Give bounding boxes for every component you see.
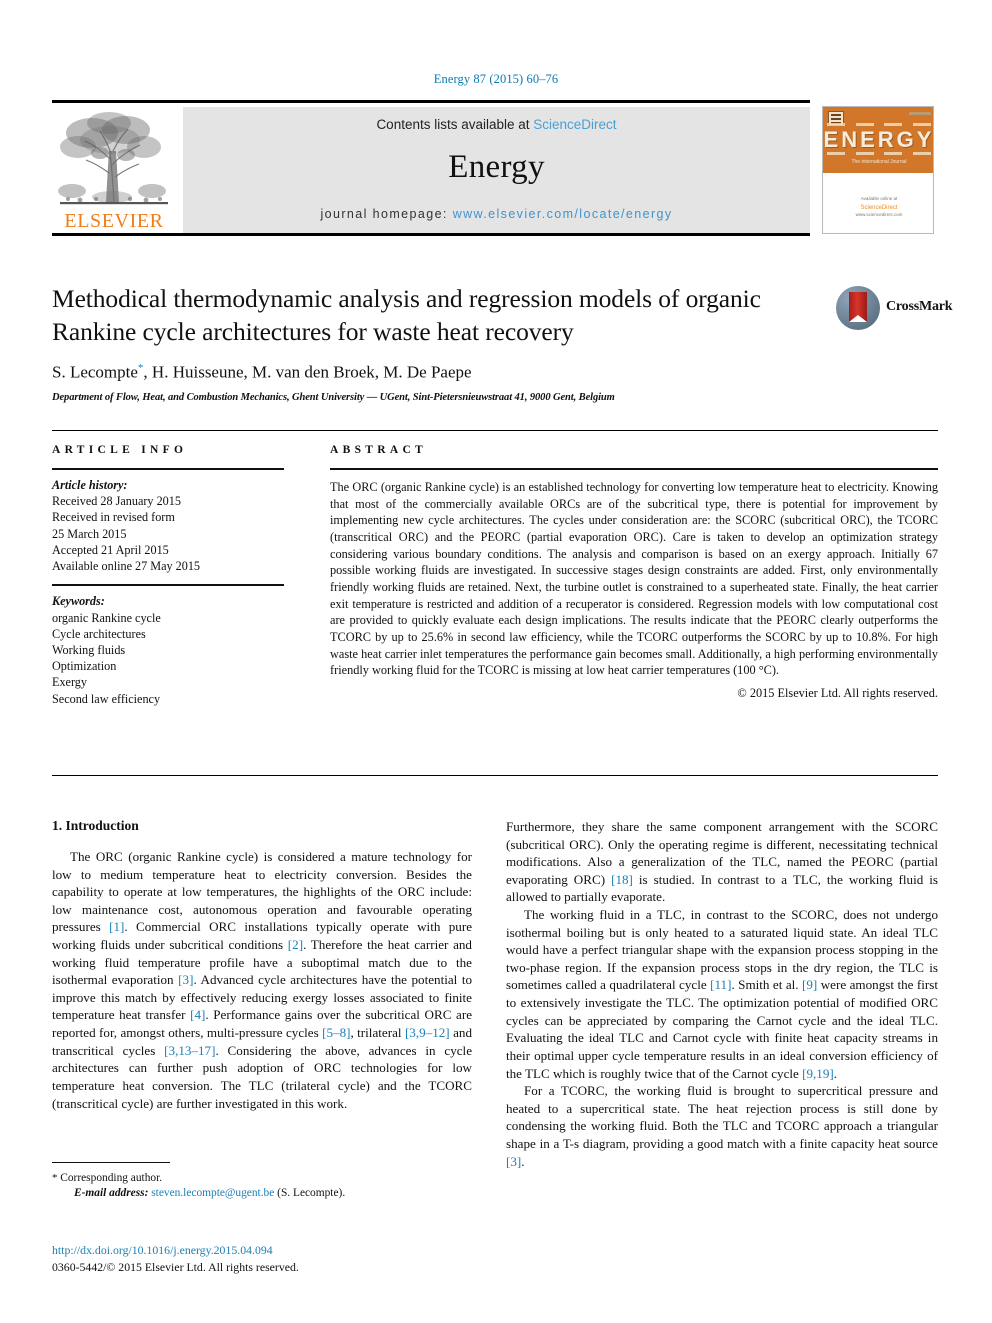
article-history-label: Article history: [52,478,128,492]
intro-text-f: , trilateral [350,1025,405,1041]
citation-ref[interactable]: [3,13–17] [164,1043,215,1058]
article-info-heading-rule [52,468,284,470]
keywords-rule [52,584,284,587]
crossmark-badge[interactable]: CrossMark [836,286,953,332]
homepage-label: journal homepage: [320,207,453,221]
right-text-2d: . [833,1065,838,1081]
citation-ref[interactable]: [9,19] [802,1066,834,1081]
right-text-3a: For a TCORC, the working fluid is brough… [506,1083,938,1151]
keyword-item: organic Rankine cycle [52,610,161,625]
elsevier-wordmark: ELSEVIER [64,210,164,232]
email-label: E-mail address: [74,1186,149,1199]
title-block: Methodical thermodynamic analysis and re… [52,282,812,403]
sciencedirect-link[interactable]: ScienceDirect [533,117,616,132]
section-heading-introduction: 1. Introduction [52,818,139,833]
keyword-item: Second law efficiency [52,691,161,706]
citation-ref[interactable]: [3,9–12] [405,1025,450,1040]
right-text-3b: . [521,1153,525,1169]
email-note: E-mail address: steven.lecompte@ugent.be… [52,1187,472,1199]
body-left-column: 1. Introduction The ORC (organic Rankine… [52,818,472,1112]
citation-ref[interactable]: [11] [710,977,731,992]
article-history-block: Article history: Received 28 January 201… [52,477,284,574]
cover-issn-line [909,112,931,115]
citation-ref[interactable]: [18] [611,872,633,887]
right-text-2b: . Smith et al. [731,977,802,993]
crossmark-circle-icon [836,286,880,330]
email-link[interactable]: steven.lecompte@ugent.be [151,1187,274,1199]
abstract-copyright: © 2015 Elsevier Ltd. All rights reserved… [737,685,938,700]
keyword-item: Exergy [52,675,87,690]
author-affiliation: Department of Flow, Heat, and Combustion… [52,391,615,403]
article-info-column: ARTICLE INFO Article history: Received 2… [52,444,284,707]
citation-ref[interactable]: [3] [178,972,193,987]
info-section-bottom-rule [52,775,938,776]
citation-ref[interactable]: [5–8] [322,1025,350,1040]
journal-masthead: ELSEVIER Contents lists available at Sci… [52,100,810,236]
citation-ref[interactable]: [2] [288,937,303,952]
citation-ref[interactable]: [4] [190,1007,205,1022]
contents-available-line: Contents lists available at ScienceDirec… [183,117,810,132]
crossmark-label: CrossMark [886,299,953,314]
cover-subtitle: The international Journal [851,159,907,165]
info-section-top-rule [52,430,938,431]
citation-ref[interactable]: [9] [802,977,817,992]
masthead-band: Contents lists available at ScienceDirec… [183,107,810,233]
crossmark-book-icon [849,292,867,322]
intro-paragraph-1: The ORC (organic Rankine cycle) is consi… [52,848,472,1112]
history-item: Received 28 January 2015 [52,494,181,509]
corresponding-author-note: * Corresponding author. [52,1170,472,1187]
footnote-rule [52,1162,170,1163]
article-info-heading: ARTICLE INFO [52,444,188,456]
right-paragraph-3: For a TCORC, the working fluid is brough… [506,1082,938,1170]
history-item: Available online 27 May 2015 [52,559,201,574]
doi-link[interactable]: http://dx.doi.org/10.1016/j.energy.2015.… [52,1242,472,1259]
running-head: Energy 87 (2015) 60–76 [433,72,559,86]
contents-prefix: Contents lists available at [376,117,534,132]
cover-available-label: Available online at [860,195,898,201]
issn-copyright-line: 0360-5442/© 2015 Elsevier Ltd. All right… [52,1259,299,1274]
citation-ref[interactable]: [3] [506,1154,521,1169]
keyword-item: Working fluids [52,642,126,657]
right-text-2c: were amongst the first to extensively in… [506,977,938,1081]
footnote-block: * Corresponding author. E-mail address: … [52,1162,472,1199]
authors-remaining: , H. Huisseune, M. van den Broek, M. De … [143,362,472,382]
cover-orange-banner: ENERGY The international Journal [823,107,934,173]
doi-block: http://dx.doi.org/10.1016/j.energy.2015.… [52,1242,472,1276]
journal-homepage-line: journal homepage: www.elsevier.com/locat… [183,207,810,221]
elsevier-tree-icon [58,112,168,205]
abstract-heading-rule [330,468,938,470]
keyword-item: Optimization [52,659,117,674]
article-title: Methodical thermodynamic analysis and re… [52,284,761,347]
email-suffix: (S. Lecompte). [274,1186,346,1199]
corresponding-author-text: Corresponding author. [60,1172,163,1184]
author-list: S. Lecompte*, H. Huisseune, M. van den B… [52,362,812,383]
cover-topic-row-2 [827,152,931,155]
paper-page: Energy 87 (2015) 60–76 ELSEVIER Contents… [0,0,992,1323]
abstract-column: ABSTRACT The ORC (organic Rankine cycle)… [330,444,938,701]
abstract-text: The ORC (organic Rankine cycle) is an es… [330,480,938,678]
journal-cover-thumbnail: ENERGY The international Journal Availab… [822,106,934,234]
right-paragraph-1: Furthermore, they share the same compone… [506,818,938,906]
right-paragraph-2: The working fluid in a TLC, in contrast … [506,906,938,1082]
cover-energy-title: ENERGY [823,127,934,152]
cover-footer-url: www.sciencedirect.com [855,211,903,217]
keywords-label: Keywords: [52,594,105,609]
elsevier-logo: ELSEVIER [52,107,176,233]
keywords-block: Keywords: organic Rankine cycle Cycle ar… [52,593,284,707]
footnote-star-icon: * [52,1172,61,1184]
keyword-item: Cycle architectures [52,626,146,641]
history-item: Accepted 21 April 2015 [52,542,169,557]
homepage-url-link[interactable]: www.elsevier.com/locate/energy [453,207,673,221]
abstract-heading: ABSTRACT [330,444,428,456]
journal-title: Energy [448,149,545,185]
history-item: Received in revised form [52,510,175,525]
citation-ref[interactable]: [1] [109,919,124,934]
author-first: S. Lecompte [52,362,138,382]
cover-topic-row-1 [827,123,931,126]
history-item: 25 March 2015 [52,526,127,541]
body-right-column: Furthermore, they share the same compone… [506,818,938,1170]
